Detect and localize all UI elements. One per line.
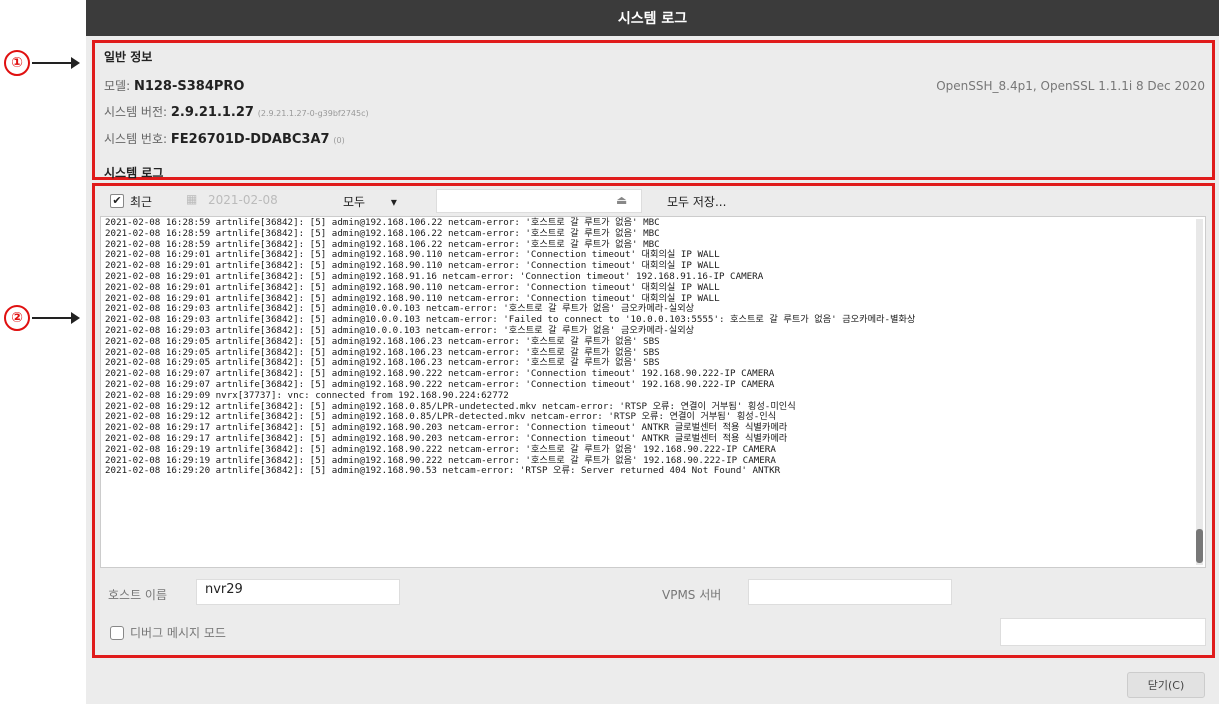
model-value: N128-S384PRO	[133, 79, 245, 94]
callout-number: ②	[4, 305, 30, 331]
log-scrollbar[interactable]	[1196, 219, 1203, 565]
log-line: 2021-02-08 16:29:19 artnlife[36842]: [5]…	[105, 443, 776, 455]
host-name-label: 호스트 이름	[108, 588, 168, 602]
system-log-title: 시스템 로그	[104, 166, 164, 180]
log-line: 2021-02-08 16:29:01 artnlife[36842]: [5]…	[105, 281, 720, 293]
debug-mode-label: 디버그 메시지 모드	[130, 626, 226, 640]
close-button[interactable]: 닫기(C)	[1127, 672, 1205, 698]
callout-arrow	[32, 312, 80, 324]
log-line: 2021-02-08 16:29:20 artnlife[36842]: [5]…	[105, 465, 781, 477]
serial-suffix: (0)	[333, 136, 345, 145]
log-line: 2021-02-08 16:29:07 artnlife[36842]: [5]…	[105, 378, 775, 390]
callout-1: ①	[4, 50, 80, 76]
serial-label: 시스템 번호:	[104, 132, 168, 146]
callout-2: ②	[4, 305, 80, 331]
model-row: 모델: N128-S384PRO	[104, 77, 244, 94]
window-title: 시스템 로그	[86, 0, 1219, 36]
log-line: 2021-02-08 16:29:01 artnlife[36842]: [5]…	[105, 292, 720, 304]
scrollbar-thumb[interactable]	[1196, 529, 1203, 563]
log-line: 2021-02-08 16:29:05 artnlife[36842]: [5]…	[105, 346, 660, 358]
openssh-version: OpenSSH_8.4p1, OpenSSL 1.1.1i 8 Dec 2020	[936, 79, 1205, 93]
callout-number: ①	[4, 50, 30, 76]
chevron-down-icon: ▾	[390, 195, 397, 209]
calendar-icon[interactable]: ▦	[186, 192, 197, 206]
save-all-button[interactable]: 모두 저장...	[667, 193, 726, 210]
log-line: 2021-02-08 16:29:03 artnlife[36842]: [5]…	[105, 314, 916, 326]
log-text: 2021-02-08 16:28:59 artnlife[36842]: [5]…	[101, 217, 1199, 478]
vpms-server-label: VPMS 서버	[662, 588, 722, 602]
serial-row: 시스템 번호: FE26701D-DDABC3A7 (0)	[104, 130, 345, 147]
recent-checkbox[interactable]: ✔	[110, 194, 124, 208]
log-line: 2021-02-08 16:29:19 artnlife[36842]: [5]…	[105, 454, 776, 466]
version-label: 시스템 버전:	[104, 105, 168, 119]
log-textarea[interactable]: 2021-02-08 16:28:59 artnlife[36842]: [5]…	[100, 216, 1206, 568]
debug-mode-checkbox[interactable]	[110, 626, 124, 640]
log-line: 2021-02-08 16:29:12 artnlife[36842]: [5]…	[105, 400, 796, 412]
log-line: 2021-02-08 16:29:01 artnlife[36842]: [5]…	[105, 249, 720, 261]
log-line: 2021-02-08 16:29:09 nvrx[37737]: vnc: co…	[105, 389, 509, 401]
date-field[interactable]: 2021-02-08	[208, 193, 278, 207]
log-line: 2021-02-08 16:29:03 artnlife[36842]: [5]…	[105, 324, 695, 336]
recent-label: 최근	[130, 195, 153, 209]
log-line: 2021-02-08 16:29:07 artnlife[36842]: [5]…	[105, 368, 775, 380]
version-row: 시스템 버전: 2.9.21.1.27 (2.9.21.1.27-0-g39bf…	[104, 103, 369, 120]
host-name-input[interactable]: nvr29	[196, 579, 400, 605]
log-line: 2021-02-08 16:29:12 artnlife[36842]: [5]…	[105, 411, 777, 423]
version-build: (2.9.21.1.27-0-g39bf2745c)	[257, 109, 369, 118]
serial-value: FE26701D-DDABC3A7	[170, 132, 330, 147]
log-line: 2021-02-08 16:29:05 artnlife[36842]: [5]…	[105, 335, 660, 347]
log-line: 2021-02-08 16:29:03 artnlife[36842]: [5]…	[105, 303, 695, 315]
callout-arrow	[32, 57, 80, 69]
debug-input[interactable]	[1000, 618, 1206, 646]
eject-icon[interactable]: ⏏	[616, 193, 627, 207]
log-line: 2021-02-08 16:28:59 artnlife[36842]: [5]…	[105, 217, 660, 228]
log-line: 2021-02-08 16:29:17 artnlife[36842]: [5]…	[105, 422, 788, 434]
log-line: 2021-02-08 16:28:59 artnlife[36842]: [5]…	[105, 238, 660, 250]
general-info-title: 일반 정보	[104, 50, 153, 64]
log-line: 2021-02-08 16:29:17 artnlife[36842]: [5]…	[105, 432, 788, 444]
version-value: 2.9.21.1.27	[170, 105, 254, 120]
log-line: 2021-02-08 16:28:59 artnlife[36842]: [5]…	[105, 227, 660, 239]
log-line: 2021-02-08 16:29:01 artnlife[36842]: [5]…	[105, 260, 720, 272]
log-line: 2021-02-08 16:29:01 artnlife[36842]: [5]…	[105, 270, 764, 282]
search-input[interactable]	[436, 189, 642, 213]
log-line: 2021-02-08 16:29:05 artnlife[36842]: [5]…	[105, 357, 660, 369]
model-label: 모델:	[104, 79, 131, 93]
vpms-server-input[interactable]	[748, 579, 952, 605]
filter-select-value: 모두	[343, 195, 366, 209]
filter-select[interactable]: 모두 ▾	[343, 193, 397, 210]
